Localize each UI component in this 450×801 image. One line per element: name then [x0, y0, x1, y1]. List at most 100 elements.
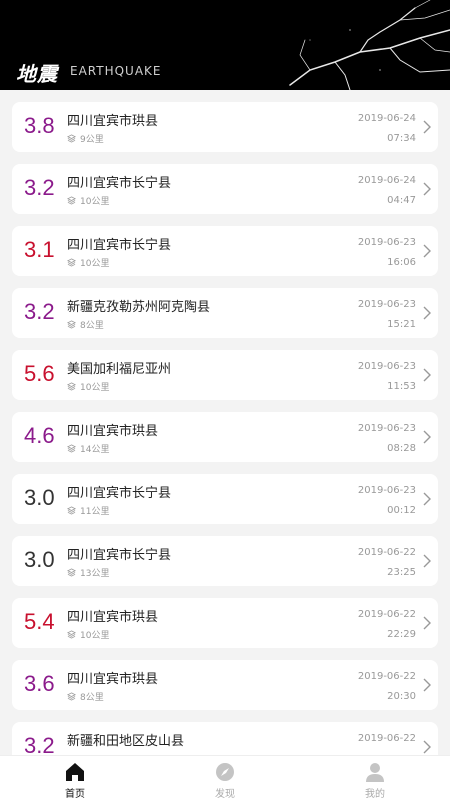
quake-magnitude: 3.8 — [24, 113, 55, 138]
quake-depth: 8公里 — [67, 690, 104, 703]
quake-time: 11:53 — [387, 381, 416, 392]
quake-depth: 10公里 — [67, 628, 109, 641]
tab-label: 我的 — [365, 789, 385, 800]
quake-card[interactable]: 3.6 四川宜宾市珙县 8公里 2019-06-22 20:30 — [12, 660, 438, 710]
quake-location: 美国加利福尼亚州 — [67, 362, 172, 377]
quake-location: 四川宜宾市珙县 — [67, 114, 159, 129]
quake-location: 四川宜宾市珙县 — [67, 610, 159, 625]
chevron-right-icon — [423, 616, 431, 630]
layers-icon — [67, 568, 76, 577]
quake-date: 2019-06-22 — [357, 671, 416, 682]
quake-time: 23:25 — [387, 567, 416, 578]
tab-label: 发现 — [215, 789, 235, 800]
app-header: 地震 EARTHQUAKE — [0, 0, 450, 90]
quake-magnitude: 3.6 — [24, 671, 55, 696]
layers-icon — [67, 196, 76, 205]
compass-icon — [216, 763, 234, 781]
quake-time: 20:30 — [387, 691, 416, 702]
quake-card[interactable]: 3.2 新疆和田地区皮山县 2019-06-22 — [12, 722, 438, 755]
quake-depth-value: 10公里 — [80, 631, 110, 641]
tab-mine[interactable]: 我的 — [335, 760, 415, 800]
tab-home[interactable]: 首页 — [35, 760, 115, 800]
earthquake-list[interactable]: 3.8 四川宜宾市珙县 9公里 2019-06-24 07:34 3.2 四川宜宾市长宁县 1… — [0, 90, 450, 755]
quake-card[interactable]: 5.4 四川宜宾市珙县 10公里 2019-06-22 22:29 — [12, 598, 438, 648]
quake-depth: 10公里 — [67, 256, 109, 269]
tab-label: 首页 — [65, 789, 85, 800]
quake-magnitude: 3.2 — [24, 299, 55, 324]
quake-depth: 13公里 — [67, 566, 109, 579]
layers-icon — [67, 444, 76, 453]
quake-location: 新疆和田地区皮山县 — [67, 734, 185, 749]
quake-location: 四川宜宾市长宁县 — [67, 176, 172, 191]
layers-icon — [67, 630, 76, 639]
quake-magnitude: 3.0 — [24, 547, 55, 572]
quake-depth-value: 11公里 — [80, 507, 110, 517]
quake-location: 四川宜宾市珙县 — [67, 424, 159, 439]
quake-location: 四川宜宾市珙县 — [67, 672, 159, 687]
layers-icon — [67, 258, 76, 267]
quake-date: 2019-06-23 — [357, 485, 416, 496]
quake-date: 2019-06-23 — [357, 299, 416, 310]
quake-date: 2019-06-23 — [357, 423, 416, 434]
quake-depth-value: 9公里 — [80, 135, 104, 145]
app-logo: 地震 — [16, 62, 58, 86]
layers-icon — [67, 382, 76, 391]
quake-time: 16:06 — [387, 257, 416, 268]
quake-depth-value: 14公里 — [80, 445, 110, 455]
quake-time: 15:21 — [387, 319, 416, 330]
quake-magnitude: 3.1 — [24, 237, 55, 262]
app-subtitle: EARTHQUAKE — [70, 64, 162, 78]
chevron-right-icon — [423, 678, 431, 692]
layers-icon — [67, 692, 76, 701]
chevron-right-icon — [423, 306, 431, 320]
earthquake-crack-banner-icon — [289, 0, 450, 90]
quake-depth-value: 8公里 — [80, 321, 104, 331]
chevron-right-icon — [423, 554, 431, 568]
quake-card[interactable]: 3.0 四川宜宾市长宁县 11公里 2019-06-23 00:12 — [12, 474, 438, 524]
quake-card[interactable]: 4.6 四川宜宾市珙县 14公里 2019-06-23 08:28 — [12, 412, 438, 462]
quake-magnitude: 3.2 — [24, 733, 55, 755]
layers-icon — [67, 320, 76, 329]
quake-depth: 10公里 — [67, 380, 109, 393]
tab-discover[interactable]: 发现 — [185, 760, 265, 800]
quake-time: 04:47 — [387, 195, 416, 206]
quake-location: 新疆克孜勒苏州阿克陶县 — [67, 300, 211, 315]
quake-magnitude: 4.6 — [24, 423, 55, 448]
quake-location: 四川宜宾市长宁县 — [67, 548, 172, 563]
quake-card[interactable]: 3.2 四川宜宾市长宁县 10公里 2019-06-24 04:47 — [12, 164, 438, 214]
quake-date: 2019-06-22 — [357, 609, 416, 620]
quake-date: 2019-06-24 — [357, 175, 416, 186]
quake-date: 2019-06-23 — [357, 361, 416, 372]
quake-card[interactable]: 3.8 四川宜宾市珙县 9公里 2019-06-24 07:34 — [12, 102, 438, 152]
quake-depth-value: 13公里 — [80, 569, 110, 579]
quake-location: 四川宜宾市长宁县 — [67, 486, 172, 501]
quake-location: 四川宜宾市长宁县 — [67, 238, 172, 253]
quake-magnitude: 5.6 — [24, 361, 55, 386]
quake-time: 22:29 — [387, 629, 416, 640]
bottom-tab-bar: 首页 发现 我的 — [0, 755, 450, 801]
quake-depth: 8公里 — [67, 318, 104, 331]
quake-card[interactable]: 3.1 四川宜宾市长宁县 10公里 2019-06-23 16:06 — [12, 226, 438, 276]
layers-icon — [67, 134, 76, 143]
quake-depth: 11公里 — [67, 504, 109, 517]
quake-card[interactable]: 5.6 美国加利福尼亚州 10公里 2019-06-23 11:53 — [12, 350, 438, 400]
quake-magnitude: 3.2 — [24, 175, 55, 200]
quake-depth-value: 8公里 — [80, 693, 104, 703]
chevron-right-icon — [423, 120, 431, 134]
quake-time: 08:28 — [387, 443, 416, 454]
chevron-right-icon — [423, 368, 431, 382]
quake-depth: 9公里 — [67, 132, 104, 145]
quake-depth-value: 10公里 — [80, 197, 110, 207]
quake-time: 00:12 — [387, 505, 416, 516]
quake-date: 2019-06-24 — [357, 113, 416, 124]
chevron-right-icon — [423, 244, 431, 258]
quake-depth: 10公里 — [67, 194, 109, 207]
chevron-right-icon — [423, 492, 431, 506]
quake-depth-value: 10公里 — [80, 383, 110, 393]
person-icon — [366, 763, 384, 782]
quake-date: 2019-06-23 — [357, 237, 416, 248]
quake-card[interactable]: 3.2 新疆克孜勒苏州阿克陶县 8公里 2019-06-23 15:21 — [12, 288, 438, 338]
quake-date: 2019-06-22 — [357, 547, 416, 558]
chevron-right-icon — [423, 740, 431, 754]
quake-card[interactable]: 3.0 四川宜宾市长宁县 13公里 2019-06-22 23:25 — [12, 536, 438, 586]
